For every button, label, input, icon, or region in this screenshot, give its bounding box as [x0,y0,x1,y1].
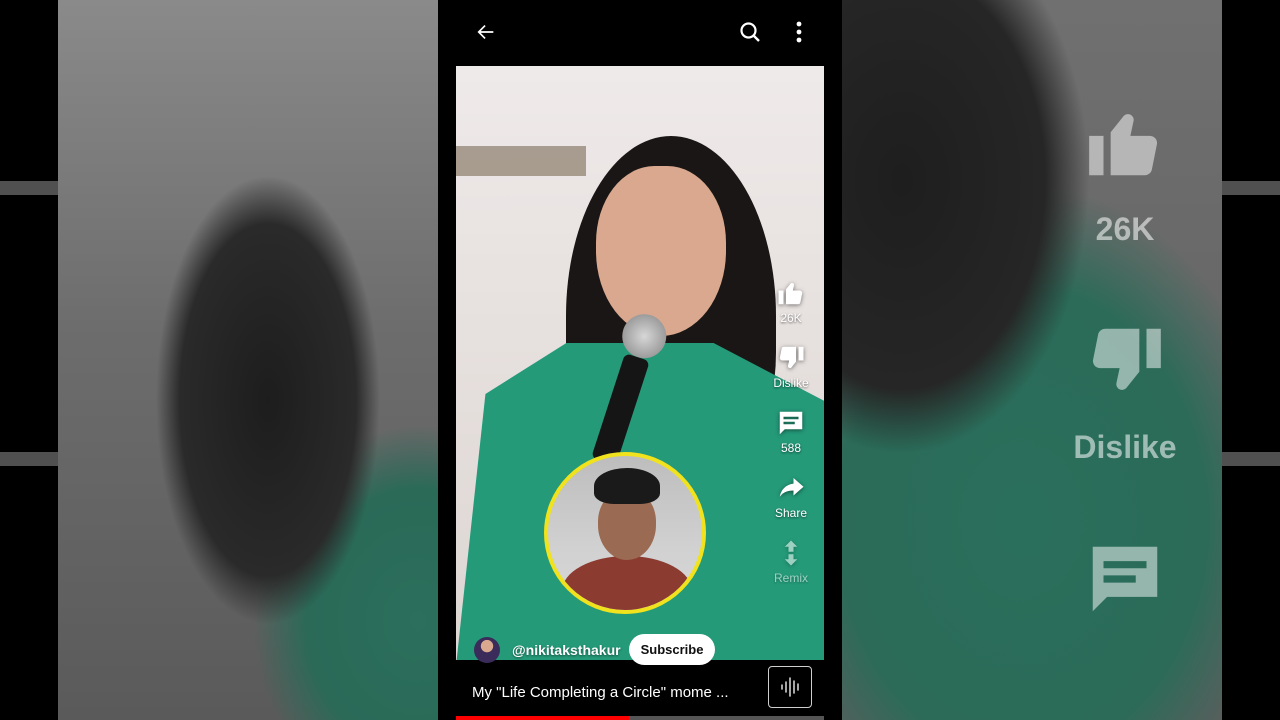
background-strip [1222,181,1280,195]
top-bar [438,0,842,62]
search-button[interactable] [736,18,764,46]
subscribe-button[interactable]: Subscribe [628,634,716,665]
background-actions-overlay: 26K Dislike [1060,100,1190,627]
channel-row: @nikitaksthakur Subscribe [474,634,716,665]
like-count: 26K [780,311,802,325]
shorts-player: 26K Dislike 588 Share Remix @nikitakstha… [438,0,842,720]
thumbs-down-icon [1092,328,1161,390]
thumbs-down-icon [779,346,804,369]
remix-label: Remix [773,571,808,585]
remix-button[interactable]: Remix [756,538,826,585]
video-speaker-face [596,166,726,336]
action-column: 26K Dislike 588 Share Remix [756,278,826,603]
video-progress-fill [456,716,629,720]
channel-avatar[interactable] [474,636,500,663]
share-icon [779,478,804,497]
back-button[interactable] [472,18,500,46]
video-title[interactable]: My "Life Completing a Circle" mome ... [472,684,752,701]
sound-button[interactable] [768,666,812,708]
comment-icon [779,411,803,435]
background-blur-left [58,0,438,720]
arrow-left-icon [477,24,494,40]
audio-waveform-icon [781,677,799,697]
background-strip [0,452,58,466]
background-dislike-label: Dislike [1073,429,1177,465]
search-icon [740,22,760,42]
video-progress-bar[interactable] [456,716,824,720]
background-strip [1222,452,1280,466]
thumbs-up-icon [778,282,803,305]
share-button[interactable]: Share [756,473,826,520]
more-vertical-icon [796,21,802,43]
thumbs-up-icon [1089,114,1158,176]
dislike-button[interactable]: Dislike [756,343,826,390]
reaction-overlay-circle [544,452,706,614]
background-like-count: 26K [1095,211,1155,247]
share-label: Share [774,506,808,520]
channel-handle[interactable]: @nikitaksthakur [512,642,621,658]
video-background-frame [456,146,586,176]
dislike-label: Dislike [773,376,809,390]
like-button[interactable]: 26K [756,278,826,325]
comments-button[interactable]: 588 [756,408,826,455]
background-strip [0,181,58,195]
more-options-button[interactable] [785,18,813,46]
comment-count: 588 [780,441,802,455]
remix-icon [784,540,798,566]
comment-icon [1092,546,1158,612]
